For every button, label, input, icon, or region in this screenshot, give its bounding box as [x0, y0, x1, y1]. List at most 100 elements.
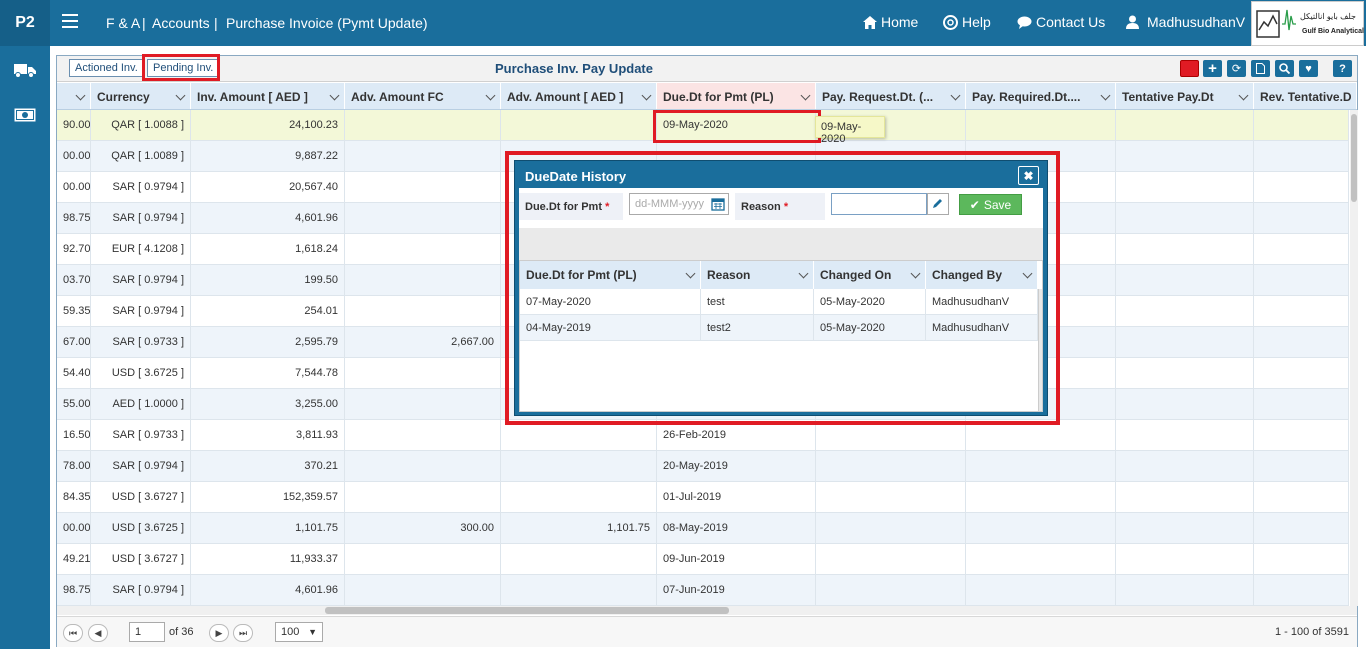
vertical-scroll-thumb[interactable]: [1351, 114, 1357, 202]
edit-reason-button[interactable]: [927, 193, 949, 215]
cell-empty[interactable]: [816, 513, 966, 544]
cell-empty[interactable]: [1254, 265, 1349, 296]
table-row[interactable]: 90.00 QAR [ 1.0088 ] 24,100.23 09-May-2020: [57, 110, 1349, 141]
chevron-down-icon[interactable]: [950, 90, 961, 101]
cell-empty[interactable]: [1254, 203, 1349, 234]
history-column-changed-on[interactable]: Changed On: [814, 261, 926, 289]
cell-empty[interactable]: [966, 451, 1116, 482]
truck-icon[interactable]: [14, 62, 36, 78]
cell-empty[interactable]: [1116, 141, 1254, 172]
cell-empty[interactable]: [1254, 110, 1349, 141]
cell-due[interactable]: 08-May-2019: [657, 513, 816, 544]
cell-inv[interactable]: 199.50: [191, 265, 345, 296]
table-row[interactable]: 49.21 USD [ 3.6727 ] 11,933.37 09-Jun-2019: [57, 544, 1349, 575]
column-header-adv-amount-aed[interactable]: Adv. Amount [ AED ]: [501, 83, 657, 109]
cell-due[interactable]: 26-Feb-2019: [657, 420, 816, 451]
cell-inv[interactable]: 3,811.93: [191, 420, 345, 451]
history-row[interactable]: 07-May-2020 test 05-May-2020 MadhusudhanV: [520, 289, 1040, 315]
next-page-button[interactable]: ▶: [209, 624, 229, 642]
history-column-changed-by[interactable]: Changed By: [926, 261, 1038, 289]
cell-advaed[interactable]: [501, 544, 657, 575]
cell-inv[interactable]: 254.01: [191, 296, 345, 327]
cell-inv[interactable]: 3,255.00: [191, 389, 345, 420]
cell-inv[interactable]: 152,359.57: [191, 482, 345, 513]
cell-empty[interactable]: [1116, 265, 1254, 296]
cell-empty[interactable]: [1116, 451, 1254, 482]
cell-prev[interactable]: 84.35: [57, 482, 91, 513]
search-button[interactable]: [1275, 60, 1294, 77]
cell-advfc[interactable]: [345, 544, 501, 575]
history-column-reason[interactable]: Reason: [701, 261, 814, 289]
cell-empty[interactable]: [1116, 389, 1254, 420]
cell-prev[interactable]: 98.75: [57, 203, 91, 234]
cell-due[interactable]: 20-May-2019: [657, 451, 816, 482]
cell-currency[interactable]: USD [ 3.6727 ]: [91, 544, 191, 575]
cell-empty[interactable]: [816, 544, 966, 575]
cell-empty[interactable]: [1116, 482, 1254, 513]
cell-prev[interactable]: 98.75: [57, 575, 91, 606]
cell-inv[interactable]: 20,567.40: [191, 172, 345, 203]
cell-prev[interactable]: 55.00: [57, 389, 91, 420]
save-button[interactable]: ✔ Save: [959, 194, 1022, 215]
cell-empty[interactable]: [1254, 327, 1349, 358]
cell-empty[interactable]: [1116, 203, 1254, 234]
last-page-button[interactable]: ⏭: [233, 624, 253, 642]
cell-currency[interactable]: SAR [ 0.9733 ]: [91, 420, 191, 451]
vertical-scrollbar[interactable]: [1350, 110, 1358, 606]
cell-prev[interactable]: 90.00: [57, 110, 91, 141]
cell-empty[interactable]: [1116, 575, 1254, 606]
cell-empty[interactable]: [1254, 513, 1349, 544]
close-button[interactable]: ✖: [1018, 166, 1039, 185]
cell-currency[interactable]: AED [ 1.0000 ]: [91, 389, 191, 420]
cell-currency[interactable]: SAR [ 0.9794 ]: [91, 296, 191, 327]
cell-prev[interactable]: 03.70: [57, 265, 91, 296]
hamburger-menu-icon[interactable]: [62, 14, 78, 28]
cell-prev[interactable]: 00.00: [57, 141, 91, 172]
chevron-down-icon[interactable]: [798, 268, 809, 279]
cell-advfc[interactable]: [345, 420, 501, 451]
chevron-down-icon[interactable]: [685, 268, 696, 279]
money-icon[interactable]: [14, 107, 36, 123]
cell-advaed[interactable]: [501, 575, 657, 606]
cell-advfc[interactable]: 300.00: [345, 513, 501, 544]
cell-advaed[interactable]: [501, 110, 657, 141]
cell-currency[interactable]: SAR [ 0.9733 ]: [91, 327, 191, 358]
history-column-due-date[interactable]: Due.Dt for Pmt (PL): [520, 261, 701, 289]
refresh-button[interactable]: ⟳: [1227, 60, 1246, 77]
cell-empty[interactable]: [1116, 420, 1254, 451]
cell-currency[interactable]: USD [ 3.6725 ]: [91, 358, 191, 389]
cell-empty[interactable]: [1254, 234, 1349, 265]
cell-advfc[interactable]: [345, 203, 501, 234]
cell-due[interactable]: 01-Jul-2019: [657, 482, 816, 513]
cell-prev[interactable]: 78.00: [57, 451, 91, 482]
cell-empty[interactable]: [1254, 544, 1349, 575]
cell-empty[interactable]: [1254, 575, 1349, 606]
horizontal-scrollbar[interactable]: [57, 606, 1357, 615]
cell-advfc[interactable]: [345, 358, 501, 389]
cell-advaed[interactable]: [501, 451, 657, 482]
cell-inv[interactable]: 4,601.96: [191, 575, 345, 606]
chevron-down-icon[interactable]: [175, 90, 186, 101]
chevron-down-icon[interactable]: [1100, 90, 1111, 101]
cell-currency[interactable]: QAR [ 1.0088 ]: [91, 110, 191, 141]
cell-prev[interactable]: 92.70: [57, 234, 91, 265]
history-scrollbar[interactable]: [1038, 289, 1042, 411]
cell-empty[interactable]: [1254, 296, 1349, 327]
cell-empty[interactable]: [966, 513, 1116, 544]
cell-currency[interactable]: SAR [ 0.9794 ]: [91, 451, 191, 482]
cell-inv[interactable]: 7,544.78: [191, 358, 345, 389]
chevron-down-icon[interactable]: [329, 90, 340, 101]
cell-advfc[interactable]: 2,667.00: [345, 327, 501, 358]
cell-advfc[interactable]: [345, 234, 501, 265]
cell-advfc[interactable]: [345, 451, 501, 482]
cell-empty[interactable]: [816, 575, 966, 606]
cell-currency[interactable]: SAR [ 0.9794 ]: [91, 172, 191, 203]
cell-empty[interactable]: [1254, 141, 1349, 172]
cell-prev[interactable]: 67.00: [57, 327, 91, 358]
due-date-input[interactable]: dd-MMM-yyyy: [629, 193, 729, 215]
cell-empty[interactable]: [1116, 513, 1254, 544]
add-button[interactable]: +: [1203, 60, 1222, 77]
cell-inv[interactable]: 9,887.22: [191, 141, 345, 172]
chevron-down-icon[interactable]: [1022, 268, 1033, 279]
column-header-inv-amount[interactable]: Inv. Amount [ AED ]: [191, 83, 345, 109]
